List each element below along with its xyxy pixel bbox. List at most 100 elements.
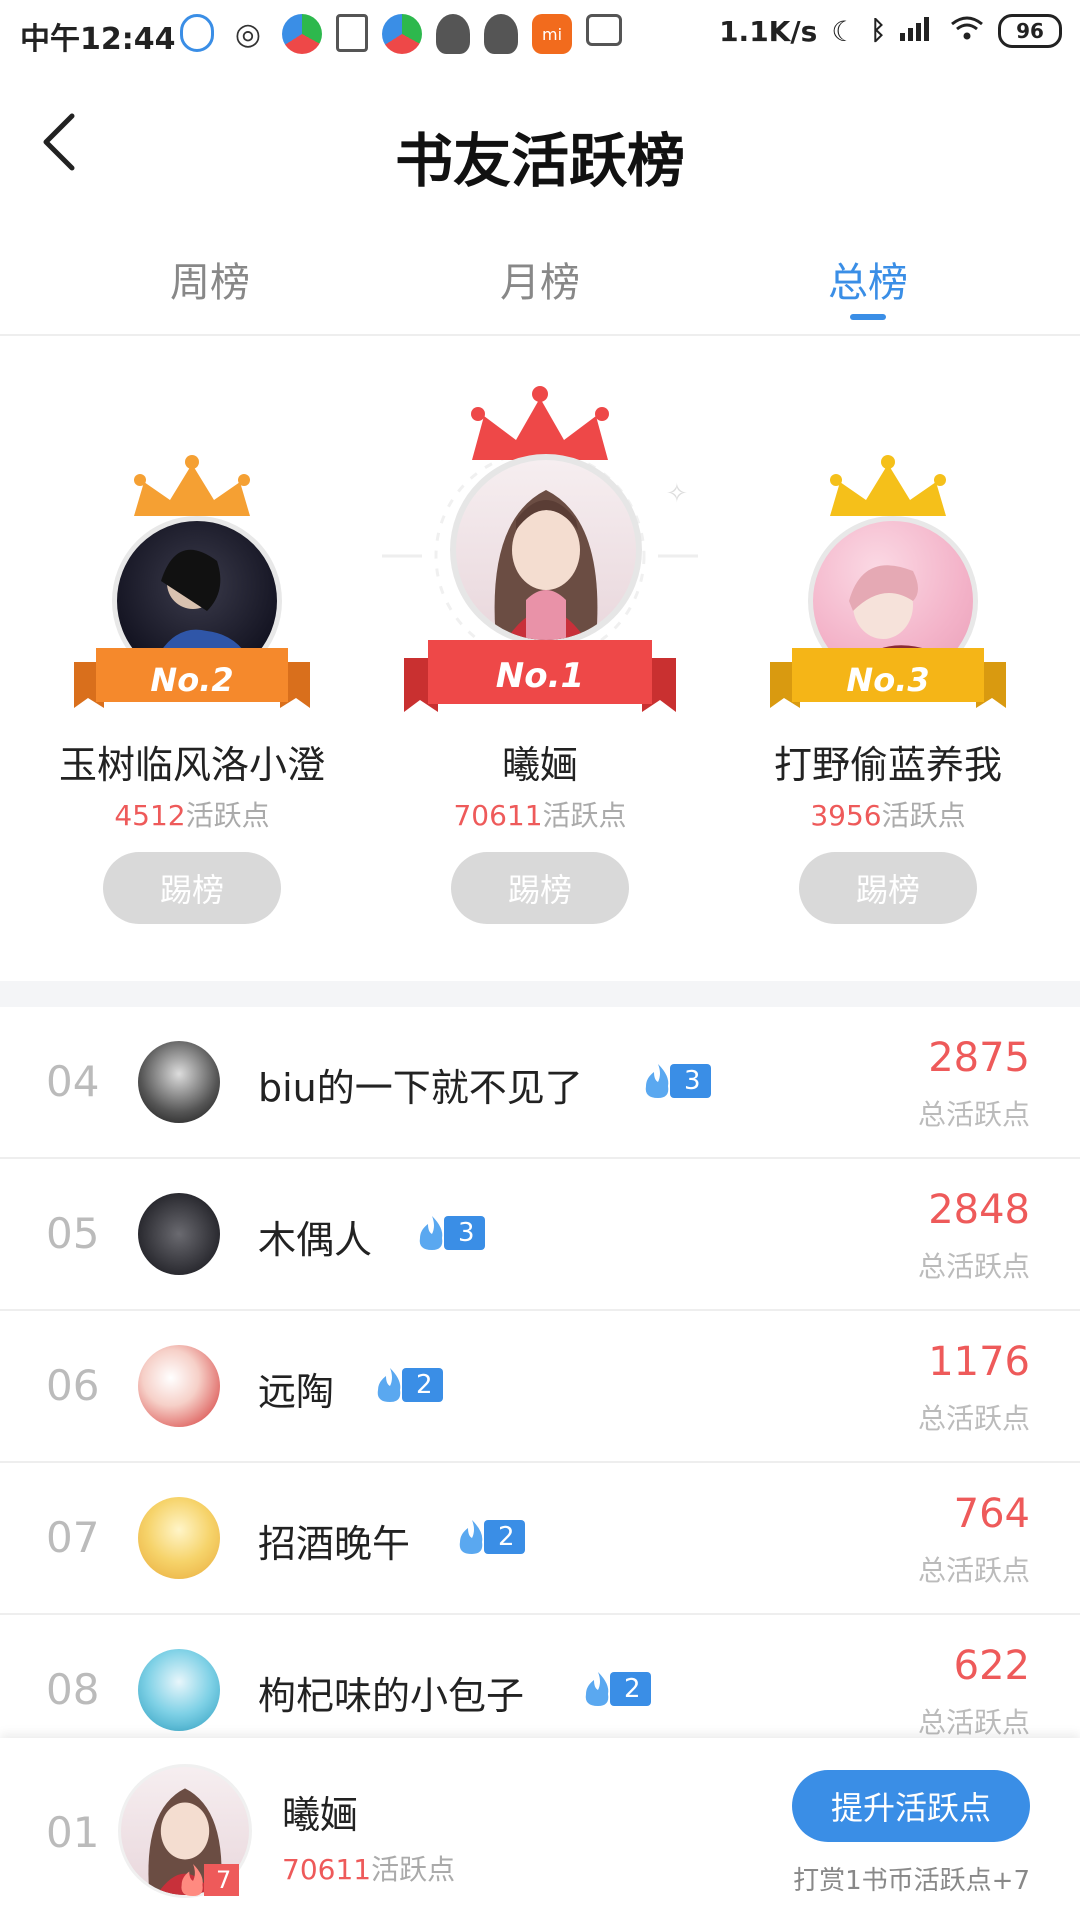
flame-icon [377,1368,401,1402]
user-name: 枸杞味的小包子 [258,1674,525,1718]
qq-icon [436,14,470,54]
podium-name: 曦婳 [501,743,578,787]
level-value: 3 [670,1064,711,1098]
list-item[interactable]: 07 招酒晚午 2 764 总活跃点 [0,1463,1080,1615]
active-tab-indicator [850,314,886,320]
level-badge: 7 [176,1862,240,1898]
doc-icon [336,14,368,52]
svg-text:✧: ✧ [666,479,688,509]
podium: No.2 玉树临风洛小澄 4512活跃点 踢榜 ✧ No.1 曦婳 70611活… [0,336,1080,981]
score-label: 总活跃点 [917,1554,1030,1587]
bluetooth-icon: ᛒ [870,16,886,46]
kick-button[interactable]: 踢榜 [451,852,629,924]
moon-icon: ☾ [831,14,857,48]
rank-number: 05 [46,1209,100,1258]
tab-monthly[interactable]: 月榜 [440,250,640,308]
podium-score: 70611活跃点 [370,794,710,834]
boost-activity-button[interactable]: 提升活跃点 [792,1770,1030,1842]
rank-number: 07 [46,1513,100,1562]
level-value: 2 [402,1368,443,1402]
status-time: 中午12:44 [20,22,176,57]
level-value: 2 [610,1672,651,1706]
podium-rank-3: No.3 打野偷蓝养我 3956活跃点 踢榜 [718,336,1058,981]
level-badge: 2 [454,1519,525,1555]
tab-weekly[interactable]: 周榜 [110,250,310,308]
score-unit: 活跃点 [371,1853,456,1886]
podium-rank-1: ✧ No.1 曦婳 70611活跃点 踢榜 [370,336,710,981]
ranking-list: 04 biu的一下就不见了 3 2875 总活跃点 05 木偶人 3 2848 … [0,1007,1080,1767]
list-item[interactable]: 05 木偶人 3 2848 总活跃点 [0,1159,1080,1311]
flame-icon [585,1672,609,1706]
tv-icon [586,14,622,46]
list-item[interactable]: 04 biu的一下就不见了 3 2875 总活跃点 [0,1007,1080,1159]
qq-icon [180,14,214,52]
rank-number: 08 [46,1665,100,1714]
avatar[interactable] [138,1649,220,1731]
avatar[interactable] [138,1041,220,1123]
rank-number: 06 [46,1361,100,1410]
score-value: 70611 [282,1853,372,1886]
list-item[interactable]: 06 远陶 2 1176 总活跃点 [0,1311,1080,1463]
podium-score: 3956活跃点 [718,794,1058,834]
battery-level: 96 [1016,19,1044,43]
score-value: 3956 [810,799,882,832]
network-speed: 1.1K/s [719,14,818,48]
score-label: 总活跃点 [917,1250,1030,1283]
avatar[interactable] [138,1193,220,1275]
my-rank-number: 01 [46,1808,100,1857]
podium-name: 打野偷蓝养我 [773,743,1002,787]
notification-icons: ◎ mi [180,14,622,54]
weibo-icon: ◎ [234,16,262,52]
header: 书友活跃榜 [0,72,1080,222]
user-name: 木偶人 [258,1218,373,1262]
level-badge: 2 [580,1671,651,1707]
battery-icon: 96 [998,14,1062,48]
my-rank-bar: 01 7 曦婳 70611活跃点 提升活跃点 打赏1书币活跃点+7 [0,1738,1080,1920]
score-label: 总活跃点 [917,1402,1030,1435]
rank-label: No.1 [495,656,585,696]
browser-icon [282,14,322,54]
score-label: 总活跃点 [917,1706,1030,1739]
rank-label: No.2 [150,661,234,699]
rank-number: 04 [46,1057,100,1106]
avatar[interactable] [450,454,642,646]
level-value: 2 [484,1520,525,1554]
my-score: 70611活跃点 [282,1848,455,1888]
flame-icon [459,1520,483,1554]
qq-icon [484,14,518,54]
score-unit: 活跃点 [542,799,627,832]
page-title: 书友活跃榜 [394,127,685,195]
signal-icon [900,15,936,48]
browser-icon [382,14,422,54]
rank-label: No.3 [846,661,930,699]
flame-icon [181,1863,203,1897]
flame-icon [419,1216,443,1250]
reward-hint: 打赏1书币活跃点+7 [793,1866,1030,1896]
podium-score: 4512活跃点 [22,794,362,834]
wifi-icon [950,15,984,48]
score-value: 2875 [928,1035,1030,1081]
kick-button[interactable]: 踢榜 [103,852,281,924]
user-name: 招酒晚午 [258,1522,411,1566]
level-badge: 3 [414,1215,485,1251]
score-value: 4512 [114,799,186,832]
status-bar: 中午12:44 ◎ mi 1.1K/s ☾ ᛒ 96 [0,0,1080,72]
score-value: 764 [953,1491,1030,1537]
my-name: 曦婳 [282,1793,359,1837]
flame-icon [645,1064,669,1098]
level-badge: 2 [372,1367,443,1403]
user-name: 远陶 [258,1370,335,1414]
tab-total[interactable]: 总榜 [768,250,968,308]
status-right: 1.1K/s ☾ ᛒ 96 [719,14,1062,48]
level-value: 3 [444,1216,485,1250]
podium-rank-2: No.2 玉树临风洛小澄 4512活跃点 踢榜 [22,336,362,981]
mi-icon: mi [532,14,572,54]
avatar[interactable] [138,1345,220,1427]
tab-bar: 周榜 月榜 总榜 [0,222,1080,336]
kick-button[interactable]: 踢榜 [799,852,977,924]
score-label: 总活跃点 [917,1098,1030,1131]
avatar[interactable] [138,1497,220,1579]
score-unit: 活跃点 [185,799,270,832]
score-value: 622 [953,1643,1030,1689]
score-value: 2848 [928,1187,1030,1233]
